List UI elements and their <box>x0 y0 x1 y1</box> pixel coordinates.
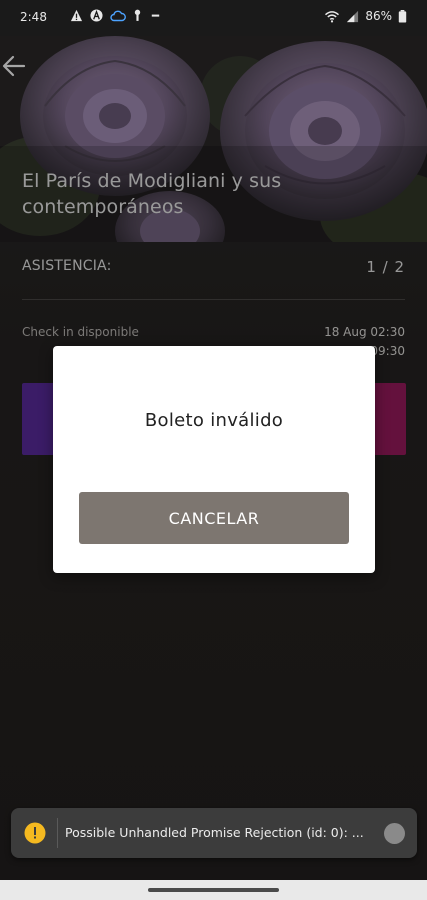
cancel-button[interactable]: CANCELAR <box>79 492 349 544</box>
status-bar: 2:48 86% <box>0 0 427 36</box>
warning-icon <box>70 9 83 22</box>
a-icon <box>90 9 103 22</box>
warning-text: Possible Unhandled Promise Rejection (id… <box>65 825 364 840</box>
dismiss-circle-icon[interactable] <box>384 823 405 844</box>
status-icons-right: 86% <box>324 9 407 23</box>
battery-icon <box>398 9 407 23</box>
warning-separator <box>57 818 58 848</box>
warning-icon <box>24 822 46 844</box>
key-icon <box>134 9 141 21</box>
status-icons-left <box>70 9 162 22</box>
navigation-bar <box>0 880 427 900</box>
signal-icon <box>347 10 359 22</box>
dash-icon <box>151 14 160 17</box>
wifi-icon <box>325 10 340 23</box>
invalid-ticket-dialog: Boleto inválido CANCELAR <box>53 346 375 573</box>
battery-percent: 86% <box>365 9 392 23</box>
warning-toast[interactable]: Possible Unhandled Promise Rejection (id… <box>11 808 417 858</box>
cloud-icon <box>110 10 126 22</box>
home-handle[interactable] <box>148 888 279 892</box>
dialog-message: Boleto inválido <box>144 410 284 431</box>
status-time: 2:48 <box>20 10 47 24</box>
